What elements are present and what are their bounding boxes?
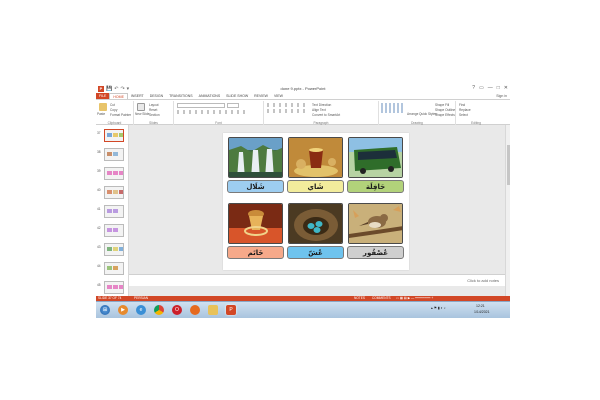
drawing-group: Arrange Quick Styles Shape Fill Shape Ou… <box>379 101 456 125</box>
media-player-icon[interactable]: ▶ <box>118 305 128 315</box>
word-label-tea[interactable]: شَاي <box>287 180 344 193</box>
chrome-icon[interactable] <box>154 305 164 315</box>
shape-outline-button[interactable]: Shape Outline <box>435 108 455 112</box>
slide-thumbnail[interactable] <box>104 281 124 294</box>
notes-pane[interactable]: Click to add notes <box>129 274 505 286</box>
ribbon-display-button[interactable]: ▭ <box>479 85 484 92</box>
window-controls: ? ▭ — □ ✕ <box>472 85 508 92</box>
opera-icon[interactable]: O <box>172 305 182 315</box>
thumbnail-number: 39 <box>97 169 101 173</box>
ring-image[interactable] <box>228 203 283 244</box>
bus-image[interactable] <box>348 137 403 178</box>
copy-button[interactable]: Copy <box>110 108 117 112</box>
powerpoint-taskbar-icon[interactable]: P <box>226 305 236 315</box>
reset-button[interactable]: Reset <box>149 108 157 112</box>
close-button[interactable]: ✕ <box>504 85 508 92</box>
paste-icon[interactable] <box>99 103 107 111</box>
thumbnail-number: 42 <box>97 226 101 230</box>
word-label-nest[interactable]: عُشّ <box>287 246 344 259</box>
alignment-buttons[interactable] <box>267 109 307 113</box>
font-group: Font <box>174 101 264 125</box>
maximize-button[interactable]: □ <box>497 85 500 92</box>
help-button[interactable]: ? <box>472 85 475 92</box>
slide-thumbnail[interactable] <box>104 262 124 275</box>
align-text-button[interactable]: Align Text <box>312 108 326 112</box>
waterfall-image[interactable] <box>228 137 283 178</box>
layout-button[interactable]: Layout <box>149 103 159 107</box>
new-slide-icon[interactable] <box>137 103 145 111</box>
slide-thumbnail[interactable] <box>104 243 124 256</box>
start-button-icon[interactable]: ⊞ <box>100 305 110 315</box>
thumbnail-number: 38 <box>97 150 101 154</box>
slide-thumbnail[interactable] <box>104 148 124 161</box>
slides-group: New Slide Layout Reset Section Slides <box>134 101 174 125</box>
system-tray-icons[interactable]: ▴ ⚑ ▮ ◐ ♪ <box>431 306 446 310</box>
thumbnail-number: 37 <box>97 131 101 135</box>
editing-group: Find Replace Select Editing <box>456 101 496 125</box>
powerpoint-window: P 💾 ↶ ↷ ▾ done 9.pptx - PowerPoint ? ▭ —… <box>96 85 510 318</box>
shape-fill-button[interactable]: Shape Fill <box>435 103 449 107</box>
internet-explorer-icon[interactable]: e <box>136 305 146 315</box>
file-explorer-icon[interactable] <box>208 305 218 315</box>
slide-canvas[interactable]: شَلَال شَاي حَافِلَة خَاتَم عُشّ عُصْفُو… <box>223 133 409 270</box>
section-button[interactable]: Section <box>149 113 160 117</box>
font-format-buttons[interactable] <box>177 110 247 114</box>
tea-image[interactable] <box>288 137 343 178</box>
select-button[interactable]: Select <box>459 113 468 117</box>
text-direction-button[interactable]: Text Direction <box>312 103 331 107</box>
thumbnail-number: 44 <box>97 264 101 268</box>
slide-thumbnail[interactable] <box>104 186 124 199</box>
ribbon: Paste Cut Copy Format Painter Clipboard … <box>96 99 510 125</box>
thumbnail-number: 45 <box>97 283 101 287</box>
slide-thumbnail[interactable] <box>104 167 124 180</box>
paste-button[interactable]: Paste <box>97 112 105 116</box>
find-button[interactable]: Find <box>459 103 465 107</box>
new-slide-button[interactable]: New Slide <box>135 112 149 116</box>
clipboard-group: Paste Cut Copy Format Painter Clipboard <box>96 101 134 125</box>
thumbnail-number: 43 <box>97 245 101 249</box>
windows-taskbar: ⊞ ▶ e O P ▴ ⚑ ▮ ◐ ♪ 12:21 1/14/2021 <box>96 301 510 318</box>
scrollbar-thumb[interactable] <box>507 145 510 185</box>
minimize-button[interactable]: — <box>488 85 493 92</box>
slide-thumbnail-panel[interactable]: 37 38 39 40 41 42 43 44 45 <box>96 125 129 296</box>
window-title: done 9.pptx - PowerPoint <box>280 86 326 91</box>
slide-thumbnail[interactable] <box>104 205 124 218</box>
bird-image[interactable] <box>348 203 403 244</box>
word-label-ring[interactable]: خَاتَم <box>227 246 284 259</box>
vertical-scrollbar[interactable] <box>505 125 510 296</box>
notes-placeholder[interactable]: Click to add notes <box>467 278 499 283</box>
title-bar: P 💾 ↶ ↷ ▾ done 9.pptx - PowerPoint ? ▭ —… <box>96 85 510 93</box>
format-painter-button[interactable]: Format Painter <box>110 113 131 117</box>
cut-button[interactable]: Cut <box>110 103 115 107</box>
arrange-button[interactable]: Arrange <box>407 112 418 116</box>
replace-button[interactable]: Replace <box>459 108 471 112</box>
font-size-box[interactable] <box>227 103 239 108</box>
shape-effects-button[interactable]: Shape Effects <box>435 113 455 117</box>
word-label-bird[interactable]: عُصْفُور <box>347 246 404 259</box>
word-label-waterfall[interactable]: شَلَال <box>227 180 284 193</box>
slide-editor: شَلَال شَاي حَافِلَة خَاتَم عُشّ عُصْفُو… <box>129 125 510 296</box>
paragraph-group: Text Direction Align Text Convert to Sma… <box>264 101 379 125</box>
convert-smartart-button[interactable]: Convert to SmartArt <box>312 113 340 117</box>
clock-time[interactable]: 12:21 <box>476 304 485 308</box>
font-name-box[interactable] <box>177 103 225 108</box>
slide-thumbnail[interactable] <box>104 224 124 237</box>
slide-thumbnail-selected[interactable] <box>104 129 124 142</box>
clock-date[interactable]: 1/14/2021 <box>474 310 490 314</box>
thumbnail-number: 41 <box>97 207 101 211</box>
firefox-icon[interactable] <box>190 305 200 315</box>
shapes-gallery[interactable] <box>381 103 405 113</box>
list-buttons[interactable] <box>267 103 307 107</box>
thumbnail-number: 40 <box>97 188 101 192</box>
nest-image[interactable] <box>288 203 343 244</box>
word-label-bus[interactable]: حَافِلَة <box>347 180 404 193</box>
